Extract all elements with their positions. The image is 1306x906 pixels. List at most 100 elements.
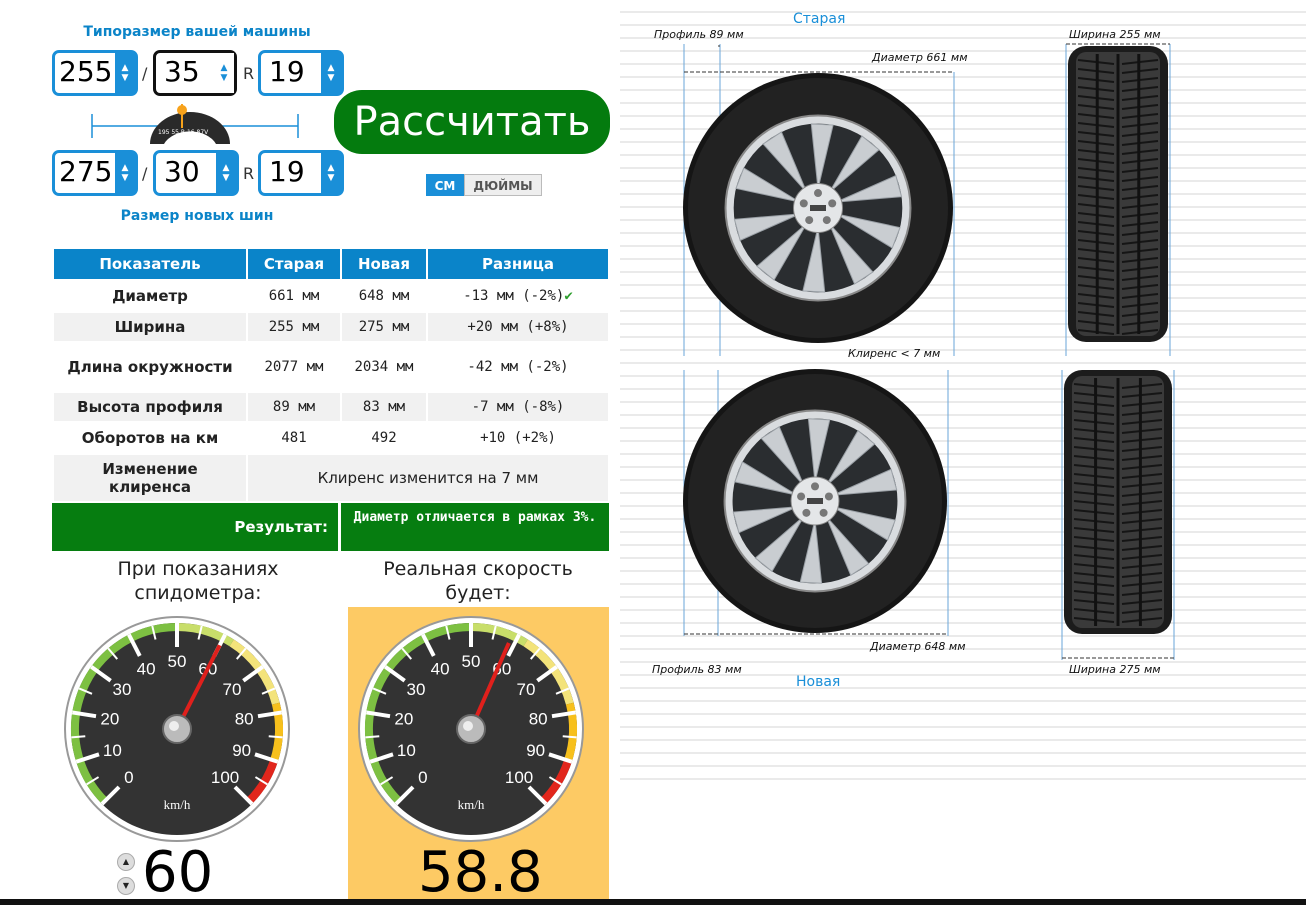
row-diff-cell: -13 мм (-2%)✔ — [428, 281, 608, 311]
table-row: Ширина 255 мм 275 мм +20 мм (+8%) — [54, 313, 608, 341]
old-tire-tread-image — [1068, 46, 1168, 342]
table-row: Диаметр 661 мм 648 мм -13 мм (-2%)✔ — [54, 281, 608, 311]
real-speed-value: 58.8 — [418, 840, 540, 902]
gauge-tick-label: 30 — [113, 680, 132, 699]
speedometer-gauge: 0102030405060708090100km/h — [64, 616, 290, 842]
row-label: Высота профиля — [54, 393, 246, 421]
old-radius-value: 19 — [269, 55, 305, 88]
gauge-tick-label: 10 — [103, 741, 122, 760]
gauge-tick — [365, 735, 380, 739]
gauge-tick-label: 50 — [462, 652, 481, 671]
real-speed-gauge: 010203040 50 60708090100km/h — [358, 616, 584, 842]
old-wheel-image — [683, 73, 953, 343]
old-profile-label: Профиль 89 мм — [654, 28, 744, 41]
old-width-label: Ширина 255 мм — [1069, 28, 1161, 41]
row-new: 648 мм — [342, 281, 426, 311]
calculate-button[interactable]: Рассчитать — [334, 90, 610, 154]
row-old: 2077 мм — [248, 343, 340, 391]
gauge-tick — [268, 735, 283, 739]
clearance-label: Клиренс < 7 мм — [848, 347, 941, 360]
old-size-title: Типоразмер вашей машины — [83, 24, 311, 40]
new-width-label: Ширина 275 мм — [1069, 663, 1161, 676]
tire-diagram: Старая Профиль 89 мм Диаметр 661 мм Шири… — [620, 0, 1306, 800]
new-radius-value: 19 — [269, 155, 305, 188]
table-row: Оборотов на км 481 492 +10 (+2%) — [54, 423, 608, 453]
row-label: Диаметр — [54, 281, 246, 311]
real-speed-title: Реальная скорость будет: — [383, 558, 573, 604]
select-arrows-icon: ▲ ▼ — [115, 53, 135, 93]
gauge-tick-label: 50 — [168, 652, 187, 671]
svg-text:195 55 R 16 87V: 195 55 R 16 87V — [158, 129, 209, 136]
row-new: 275 мм — [342, 313, 426, 341]
header-indicator: Показатель — [54, 249, 246, 279]
unit-inch-button[interactable]: ДЮЙМЫ — [464, 174, 542, 196]
speed-stepper[interactable]: ▲ ▼ — [117, 853, 137, 897]
new-profile-label: Профиль 83 мм — [652, 663, 742, 676]
new-profile-value: 30 — [164, 155, 200, 188]
gauge-tick-label: 90 — [526, 741, 545, 760]
old-radius-select[interactable]: 19 ▲ ▼ — [258, 50, 344, 96]
old-width-value: 255 — [59, 55, 113, 88]
old-profile-select[interactable]: 35 ▲ ▼ — [153, 50, 237, 96]
new-width-select[interactable]: 275 ▲ ▼ — [52, 150, 138, 196]
result-label: Результат: — [52, 503, 338, 551]
gauge-tick-label: 10 — [397, 741, 416, 760]
gauge-tick-label: 0 — [418, 768, 427, 787]
row-diff: -7 мм (-8%) — [428, 393, 608, 421]
new-wheel-image — [683, 369, 947, 633]
unit-cm-button[interactable]: СМ — [426, 174, 464, 196]
gauge-tick-label: 30 — [407, 680, 426, 699]
check-icon: ✔ — [564, 288, 573, 304]
new-profile-select[interactable]: 30 ▲ ▼ — [153, 150, 239, 196]
speedometer-title: При показаниях спидометра: — [117, 558, 279, 604]
select-arrows-icon: ▲ ▼ — [115, 153, 135, 193]
gauge-tick-label: 0 — [124, 768, 133, 787]
row-old: 255 мм — [248, 313, 340, 341]
row-diff: +10 (+2%) — [428, 423, 608, 453]
table-row: Изменение клиренса Клиренс изменится на … — [54, 455, 608, 501]
gauge-tick-label: 70 — [517, 680, 536, 699]
row-new: 2034 мм — [342, 343, 426, 391]
new-tire-tread-image — [1064, 370, 1172, 634]
gauge-tick-label: 20 — [394, 709, 413, 728]
comparison-table: Показатель Старая Новая Разница Диаметр … — [52, 247, 610, 503]
gauge-tick-label: 80 — [235, 709, 254, 728]
old-caption: Старая — [793, 11, 846, 27]
decrease-icon[interactable]: ▼ — [117, 877, 135, 895]
select-arrows-icon: ▲ ▼ — [321, 153, 341, 193]
gauge-tick-label: 90 — [232, 741, 251, 760]
gauge-unit: km/h — [458, 797, 485, 812]
new-width-value: 275 — [59, 155, 113, 188]
r-separator: R — [243, 164, 255, 183]
row-old: 481 — [248, 423, 340, 453]
gauge-tick — [71, 735, 86, 739]
select-arrows-icon: ▲ ▼ — [214, 53, 234, 93]
increase-icon[interactable]: ▲ — [117, 853, 135, 871]
gauge-tick-label: 40 — [137, 659, 156, 678]
old-profile-value: 35 — [164, 55, 200, 88]
row-old: 661 мм — [248, 281, 340, 311]
gauge-tick — [562, 735, 577, 739]
r-separator: R — [243, 64, 255, 83]
table-row: Длина окружности 2077 мм 2034 мм -42 мм … — [54, 343, 608, 391]
real-speed-text: 58.8 — [418, 840, 540, 902]
new-radius-select[interactable]: 19 ▲ ▼ — [258, 150, 344, 196]
clearance-value: Клиренс изменится на 7 мм — [248, 455, 608, 501]
row-label: Длина окружности — [54, 343, 246, 391]
header-old: Старая — [248, 249, 340, 279]
row-new: 492 — [342, 423, 426, 453]
row-label: Ширина — [54, 313, 246, 341]
header-diff: Разница — [428, 249, 608, 279]
slash-separator: / — [142, 164, 148, 183]
speedometer-input[interactable]: 60 — [142, 840, 213, 906]
old-diameter-label: Диаметр 661 мм — [872, 51, 968, 64]
gauge-tick-label: 100 — [505, 768, 533, 787]
gauge-tick-label: 100 — [211, 768, 239, 787]
new-size-title: Размер новых шин — [120, 208, 274, 224]
new-diameter-label: Диаметр 648 мм — [870, 640, 966, 653]
row-diff: -42 мм (-2%) — [428, 343, 608, 391]
gauge-tick-label: 70 — [223, 680, 242, 699]
table-row: Высота профиля 89 мм 83 мм -7 мм (-8%) — [54, 393, 608, 421]
select-arrows-icon: ▲ ▼ — [216, 153, 236, 193]
old-width-select[interactable]: 255 ▲ ▼ — [52, 50, 138, 96]
